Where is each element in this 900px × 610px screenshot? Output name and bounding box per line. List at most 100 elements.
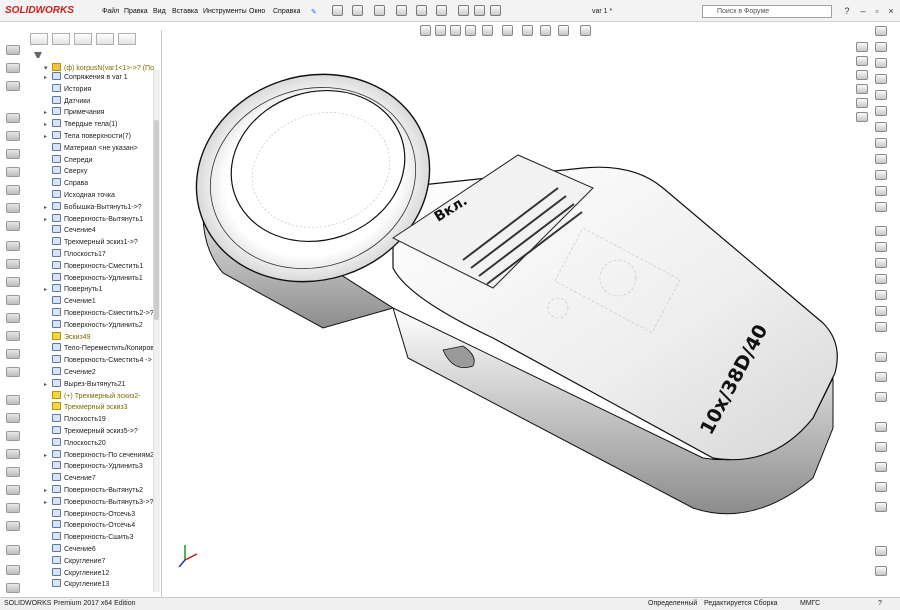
solidworks-logo[interactable]: SOLIDWORKS xyxy=(5,5,74,16)
hide-show-items-icon[interactable] xyxy=(522,25,533,36)
pattern-tool-icon[interactable] xyxy=(6,241,20,251)
help-icon[interactable]: ? xyxy=(840,5,854,17)
select-tool-icon[interactable] xyxy=(875,392,887,402)
rectangle-corner-icon[interactable] xyxy=(875,74,887,84)
graphics-area[interactable]: Вкл. 10x/38D/40 xyxy=(163,38,866,598)
custom-properties-icon[interactable] xyxy=(856,112,868,122)
menu-view[interactable]: Вид xyxy=(153,8,166,15)
tree-item[interactable]: Поверхность-Отсечь3 xyxy=(44,508,135,520)
help-status-icon[interactable]: ? xyxy=(878,598,882,610)
tree-item[interactable]: Поверхность-Удлинить3 xyxy=(44,461,143,472)
menu-insert[interactable]: Вставка xyxy=(172,8,198,15)
tree-item[interactable]: Плоскость17 xyxy=(44,249,106,260)
draft-tool-icon[interactable] xyxy=(6,277,20,287)
tree-item[interactable]: Тело-Переместить/Копиров xyxy=(44,343,154,354)
reference-geometry-icon[interactable] xyxy=(6,367,20,377)
tree-item[interactable]: Сечение1 xyxy=(44,296,96,307)
zoom-to-area-icon[interactable] xyxy=(435,25,446,36)
axis-tool-icon[interactable] xyxy=(875,462,887,472)
expand-arrow-icon[interactable]: ▸ xyxy=(44,120,52,131)
design-library-icon[interactable] xyxy=(856,56,868,66)
tree-item[interactable]: ▸ Примечания xyxy=(44,107,104,118)
tree-item[interactable]: Поверхность-Сшить3 xyxy=(44,532,134,543)
delete-face-icon[interactable] xyxy=(6,583,20,593)
rectangle-tool-icon[interactable] xyxy=(875,26,887,36)
view-orientation-icon[interactable] xyxy=(482,25,493,36)
tree-item[interactable]: Датчики xyxy=(44,95,90,107)
tree-item[interactable]: Сечение6 xyxy=(44,544,96,555)
linear-pattern-icon[interactable] xyxy=(875,290,887,300)
view-palette-icon[interactable] xyxy=(856,84,868,94)
expand-arrow-icon[interactable]: ▾ xyxy=(44,64,52,72)
polygon-tool-icon[interactable] xyxy=(875,170,887,180)
home-icon[interactable] xyxy=(856,42,868,52)
tree-item[interactable]: ▸ Поверхность-Вытянуть3->? xyxy=(44,496,153,509)
instant3d-icon[interactable] xyxy=(6,413,20,423)
tab-configuration-manager[interactable] xyxy=(74,33,92,45)
fillet-sketch-icon[interactable] xyxy=(875,154,887,164)
tree-item[interactable]: Эскиз49 xyxy=(44,331,91,343)
tree-item[interactable]: Исходная точка xyxy=(44,190,115,201)
tree-item[interactable]: Спереди xyxy=(44,154,92,166)
relations-icon[interactable] xyxy=(875,322,887,332)
expand-arrow-icon[interactable]: ▸ xyxy=(44,203,52,214)
tree-item[interactable]: Справа xyxy=(44,178,88,189)
tree-item[interactable]: Плоскость20 xyxy=(44,437,106,449)
smart-dimension-icon[interactable] xyxy=(875,42,887,52)
tree-item[interactable]: Поверхность-Сместить1 xyxy=(44,260,143,272)
trim-entities-icon[interactable] xyxy=(875,226,887,236)
tab-feature-manager[interactable] xyxy=(30,33,48,45)
display-style-icon[interactable] xyxy=(502,25,513,36)
tree-item[interactable]: Поверхность-Удлинить1 xyxy=(44,272,143,284)
menu-file[interactable]: Файл xyxy=(102,8,119,15)
previous-view-icon[interactable] xyxy=(450,25,461,36)
tree-item[interactable]: ▸ Поверхность-Вытянуть1 xyxy=(44,213,143,225)
tree-item[interactable]: История xyxy=(44,83,91,95)
mirror-tool-icon[interactable] xyxy=(6,349,20,359)
expand-arrow-icon[interactable]: ▸ xyxy=(44,285,52,296)
status-units[interactable]: ММГС xyxy=(800,598,820,610)
intersect-tool-icon[interactable] xyxy=(6,331,20,341)
zoom-to-fit-icon[interactable] xyxy=(420,25,431,36)
tree-item[interactable]: ▸ Тела поверхности(7) xyxy=(44,131,131,142)
point-tool-icon[interactable] xyxy=(875,186,887,196)
tree-item[interactable]: Сечение4 xyxy=(44,225,96,236)
boundary-tool-icon[interactable] xyxy=(6,149,20,159)
sweep-tool-icon[interactable] xyxy=(6,113,20,123)
filter-icon[interactable] xyxy=(34,52,42,59)
menu-edit[interactable]: Правка xyxy=(124,8,148,15)
loft-tool-icon[interactable] xyxy=(6,131,20,141)
expand-arrow-icon[interactable]: ▸ xyxy=(44,380,52,391)
surface-loft-icon[interactable] xyxy=(6,485,20,495)
tree-item[interactable]: Скругление12 xyxy=(44,567,109,579)
cut-tool-icon[interactable] xyxy=(6,167,20,177)
surface-sweep-icon[interactable] xyxy=(6,467,20,477)
thicken-tool-icon[interactable] xyxy=(6,565,20,575)
pin-icon[interactable]: ✎ xyxy=(311,8,317,16)
extrude-tool-icon[interactable] xyxy=(6,63,20,73)
surface-trim-icon[interactable] xyxy=(6,503,20,513)
expand-arrow-icon[interactable]: ▸ xyxy=(44,108,52,119)
expand-arrow-icon[interactable]: ▸ xyxy=(44,498,52,509)
appearances-icon[interactable] xyxy=(856,98,868,108)
tree-item[interactable]: (+) Трехмерный эскиз2- xyxy=(44,390,141,402)
new-document-icon[interactable] xyxy=(332,5,343,16)
print-icon[interactable] xyxy=(396,5,407,16)
tree-scrollbar-thumb[interactable] xyxy=(154,120,159,320)
file-properties-icon[interactable] xyxy=(474,5,485,16)
magnifier-model[interactable]: Вкл. 10x/38D/40 xyxy=(163,38,866,598)
expand-arrow-icon[interactable]: ▸ xyxy=(44,132,52,143)
tree-root[interactable]: ▾ (ф) korpusN(var1<1>->? (По xyxy=(44,63,154,72)
cut-revolve-icon[interactable] xyxy=(6,185,20,195)
tree-item[interactable]: ▸ Поверхность-Вытянуть2 xyxy=(44,485,143,496)
mate-reference-icon[interactable] xyxy=(875,502,887,512)
tree-item[interactable]: ▸ Твердые тела(1) xyxy=(44,119,118,130)
tree-item[interactable]: Трехмерный эскиз3 xyxy=(44,402,128,413)
curves-tool-icon[interactable] xyxy=(6,395,20,405)
decal-icon[interactable] xyxy=(875,566,887,576)
tree-item[interactable]: Материал <не указан> xyxy=(44,142,138,154)
tree-item[interactable]: Трехмерный эскиз5->? xyxy=(44,426,138,437)
move-entities-icon[interactable] xyxy=(875,306,887,316)
search-input[interactable]: Поиск в Форуме xyxy=(702,5,832,18)
tree-item[interactable]: Поверхность-Сместить4 -> xyxy=(44,355,152,366)
